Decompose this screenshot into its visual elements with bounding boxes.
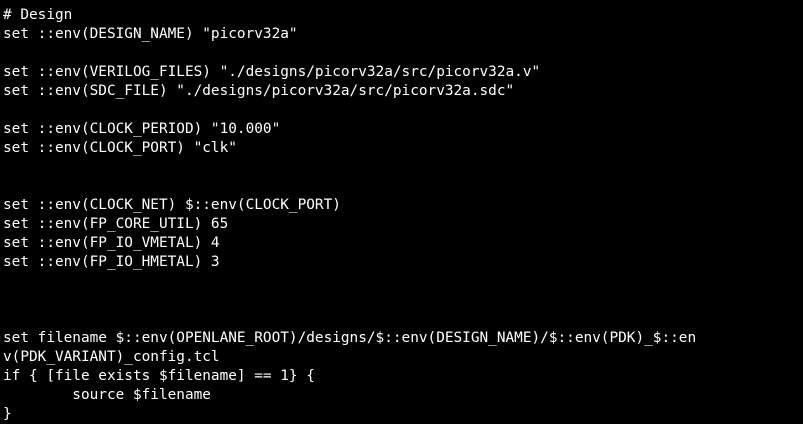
code-line-21: source $filename <box>3 387 211 403</box>
code-line-20: if { [file exists $filename] == 1} { <box>3 368 315 384</box>
code-line-8: set ::env(CLOCK_PORT) "clk" <box>3 140 237 156</box>
code-line-22: } <box>3 406 12 422</box>
code-line-19: v(PDK_VARIANT)_config.tcl <box>3 349 220 365</box>
code-line-11: set ::env(CLOCK_NET) $::env(CLOCK_PORT) <box>3 197 341 213</box>
code-line-5: set ::env(SDC_FILE) "./designs/picorv32a… <box>3 83 515 99</box>
code-line-18: set filename $::env(OPENLANE_ROOT)/desig… <box>3 330 697 346</box>
code-line-1: # Design <box>3 7 73 23</box>
code-line-12: set ::env(FP_CORE_UTIL) 65 <box>3 216 229 232</box>
code-line-13: set ::env(FP_IO_VMETAL) 4 <box>3 235 220 251</box>
code-line-7: set ::env(CLOCK_PERIOD) "10.000" <box>3 121 281 137</box>
code-line-14: set ::env(FP_IO_HMETAL) 3 <box>3 254 220 270</box>
terminal-window[interactable]: # Design set ::env(DESIGN_NAME) "picorv3… <box>0 0 803 424</box>
code-line-4: set ::env(VERILOG_FILES) "./designs/pico… <box>3 64 541 80</box>
code-line-2: set ::env(DESIGN_NAME) "picorv32a" <box>3 26 298 42</box>
